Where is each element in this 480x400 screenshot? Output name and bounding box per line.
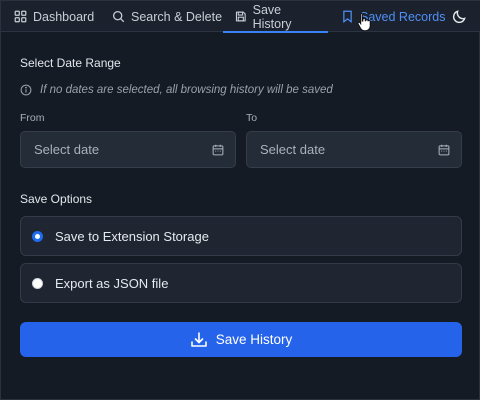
date-range-hint: If no dates are selected, all browsing h…	[20, 82, 333, 98]
calendar-icon[interactable]	[438, 144, 450, 156]
tab-save-history[interactable]: Save History	[223, 1, 328, 33]
tab-label: Saved Records	[360, 9, 446, 24]
from-date-placeholder: Select date	[34, 142, 100, 157]
hand-cursor-icon	[357, 12, 371, 32]
radio-extension-storage[interactable]	[32, 230, 43, 242]
option-extension-storage[interactable]: Save to Extension Storage	[20, 216, 462, 256]
search-icon	[112, 10, 125, 23]
save-options-title: Save Options	[20, 192, 93, 206]
option-label: Save to Extension Storage	[55, 228, 209, 244]
info-icon	[20, 84, 32, 96]
tab-label: Save History	[252, 2, 292, 31]
tab-label: Search & Delete	[131, 9, 223, 24]
tab-bar: Dashboard Search & Delete Save History S…	[1, 1, 480, 33]
option-label: Export as JSON file	[55, 275, 169, 291]
to-date-input[interactable]: Select date	[246, 131, 462, 168]
download-icon	[190, 331, 207, 347]
save-icon	[235, 11, 246, 22]
save-history-button[interactable]: Save History	[20, 322, 462, 357]
bookmark-icon	[343, 10, 352, 23]
popup-window: Dashboard Search & Delete Save History S…	[0, 0, 480, 400]
tab-dashboard[interactable]: Dashboard	[14, 1, 94, 32]
to-date-placeholder: Select date	[260, 142, 326, 157]
to-label: To	[246, 112, 258, 124]
radio-export-json[interactable]	[32, 277, 43, 289]
option-export-json[interactable]: Export as JSON file	[20, 263, 462, 303]
tab-label: Dashboard	[33, 9, 95, 24]
from-label: From	[20, 112, 45, 124]
date-range-title: Select Date Range	[20, 56, 121, 70]
save-button-label: Save History	[215, 332, 293, 347]
moon-icon[interactable]	[452, 9, 467, 24]
calendar-icon[interactable]	[212, 144, 224, 156]
tab-search-delete[interactable]: Search & Delete	[112, 1, 222, 32]
dashboard-grid-icon	[14, 10, 27, 23]
from-date-input[interactable]: Select date	[20, 131, 236, 168]
hint-text: If no dates are selected, all browsing h…	[40, 84, 333, 96]
